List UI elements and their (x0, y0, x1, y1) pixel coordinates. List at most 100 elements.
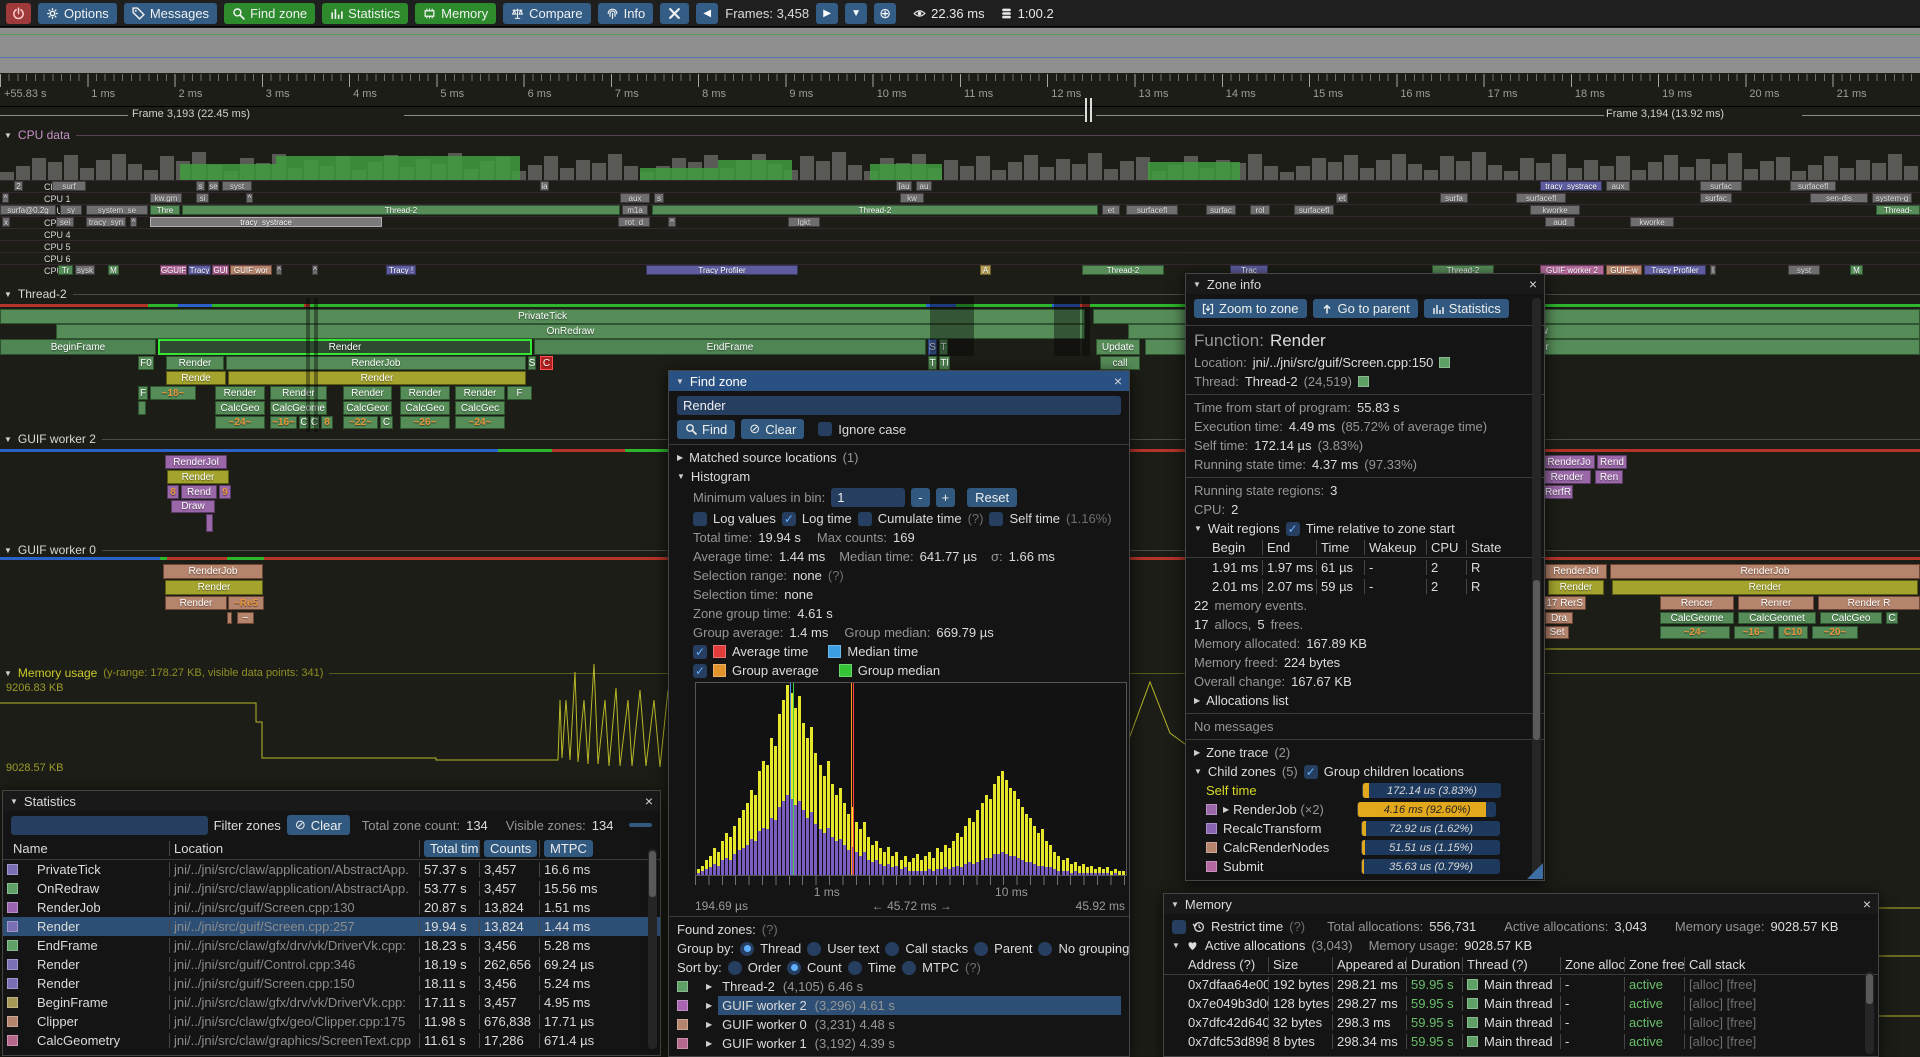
collapse-icon[interactable]: ▼ (1171, 900, 1179, 909)
child-zone-row[interactable]: ▶RenderJob (×2)4.16 ms (92.60%) (1186, 800, 1544, 819)
statistics-row[interactable]: Renderjni/../jni/src/guif/Screen.cpp:257… (3, 917, 660, 936)
collapse-icon[interactable]: ▼ (677, 472, 685, 481)
expand-icon[interactable]: ▶ (677, 453, 683, 462)
log-values-checkbox[interactable] (693, 512, 707, 526)
sort-button-total-time[interactable]: Total time (424, 840, 479, 857)
filter-zones-input[interactable] (11, 816, 208, 835)
function-name: Render (1270, 331, 1326, 351)
statistics-row[interactable]: OnRedrawjni/../jni/src/claw/application/… (3, 879, 660, 898)
findzone-histogram-plot[interactable] (695, 682, 1127, 876)
restrict-time-checkbox[interactable] (1172, 920, 1186, 934)
expand-icon[interactable]: ▶ (1194, 696, 1200, 705)
sort-by-radio-order[interactable] (728, 961, 742, 975)
sort-button-counts[interactable]: Counts (484, 840, 537, 857)
expand-icon[interactable]: ▶ (706, 1020, 712, 1029)
zone-color-swatch (1206, 861, 1217, 872)
memory-scrollbar[interactable] (1865, 972, 1874, 1054)
find-zone-titlebar[interactable]: ▼ Find zone × (669, 371, 1129, 391)
allocation-row[interactable]: 0x7dfc42d64032 bytes298.3 ms59.95 sMain … (1164, 1013, 1878, 1032)
statistics-titlebar[interactable]: ▼ Statistics × (3, 791, 660, 811)
child-zone-row[interactable]: Submit35.63 us (0.79%) (1186, 857, 1544, 876)
child-zone-row[interactable]: CalcRenderNodes51.51 us (1.15%) (1186, 838, 1544, 857)
statistics-row[interactable]: PrivateTickjni/../jni/src/claw/applicati… (3, 860, 660, 879)
child-zone-row[interactable]: RecalcTransform72.92 us (1.62%) (1186, 819, 1544, 838)
time-relative-checkbox[interactable]: ✓ (1286, 522, 1300, 536)
group-by-radio-thread[interactable] (740, 942, 754, 956)
group-by-radio-parent[interactable] (974, 942, 988, 956)
allocation-row[interactable]: 0x7dfaa64e00192 bytes298.21 ms59.95 sMai… (1164, 975, 1878, 994)
expand-icon[interactable]: ▶ (706, 982, 712, 991)
reset-button[interactable]: Reset (967, 488, 1017, 507)
close-icon[interactable]: × (1529, 276, 1537, 292)
collapse-icon[interactable]: ▼ (1193, 280, 1201, 289)
histogram-bar-selected-group (806, 818, 809, 875)
legend-checkbox[interactable]: ✓ (693, 664, 707, 678)
allocations-list-label: Allocations list (1206, 693, 1288, 708)
group-children-checkbox[interactable]: ✓ (1304, 765, 1318, 779)
found-zone-row[interactable]: ▶GUIF worker 1(3,192) 4.39 s (669, 1034, 1129, 1053)
clipped-button[interactable] (629, 823, 652, 827)
zone-info-scrollbar[interactable] (1532, 298, 1541, 876)
sort-by-radio-time[interactable] (848, 961, 862, 975)
expand-icon[interactable]: ▶ (706, 1001, 712, 1010)
sort-by-radio-count[interactable] (787, 961, 801, 975)
group-by-radio-no-grouping[interactable] (1038, 942, 1052, 956)
collapse-icon[interactable]: ▼ (1194, 524, 1202, 533)
found-zone-row[interactable]: ▶Thread-2(4,105) 6.46 s (669, 977, 1129, 996)
min-values-input[interactable]: 1 (831, 488, 905, 507)
log-time-checkbox[interactable]: ✓ (782, 512, 796, 526)
statistics-row[interactable]: Clipperjni/../jni/src/claw/gfx/geo/Clipp… (3, 1012, 660, 1031)
source-color-swatch[interactable] (1439, 357, 1450, 368)
radio-label: MTPC (922, 960, 959, 975)
histogram-bar-selected-group (1062, 871, 1065, 875)
allocation-row[interactable]: 0x7dfc53d8988 bytes298.34 ms59.95 sMain … (1164, 1032, 1878, 1051)
statistics-row[interactable]: EndFramejni/../jni/src/claw/gfx/drv/vk/D… (3, 936, 660, 955)
statistics-row[interactable]: Renderjni/../jni/src/guif/Control.cpp:34… (3, 955, 660, 974)
sort-by-radio-mtpc[interactable] (902, 961, 916, 975)
collapse-icon[interactable]: ▼ (1172, 941, 1180, 950)
memory-stat-line: Overall change:167.67 KB (1186, 672, 1544, 691)
group-by-radio-call-stacks[interactable] (885, 942, 899, 956)
statistics-row[interactable]: BeginFramejni/../jni/src/claw/gfx/drv/vk… (3, 993, 660, 1012)
go-to-parent-button[interactable]: Go to parent (1313, 299, 1418, 318)
close-icon[interactable]: × (1863, 896, 1871, 912)
memory-titlebar[interactable]: ▼ Memory × (1164, 894, 1878, 914)
allocation-row[interactable]: 0x7e049b3d00128 bytes298.27 ms59.95 sMai… (1164, 994, 1878, 1013)
expand-icon[interactable]: ▶ (706, 1039, 712, 1048)
collapse-icon[interactable]: ▼ (1194, 767, 1202, 776)
total-zone-count: 134 (466, 818, 488, 833)
resize-grip[interactable] (1527, 863, 1543, 879)
self-time-checkbox[interactable] (989, 512, 1003, 526)
clear-filter-button[interactable]: ⊘Clear (287, 815, 350, 835)
found-zone-row[interactable]: ▶GUIF worker 2(3,296) 4.61 s (669, 996, 1129, 1015)
cumulate-time-checkbox[interactable] (858, 512, 872, 526)
clear-button[interactable]: ⊘Clear (741, 419, 804, 439)
sort-button-mtpc[interactable]: MTPC (544, 840, 593, 857)
child-zone-row[interactable]: Self time172.14 us (3.83%) (1186, 781, 1544, 800)
close-icon[interactable]: × (1114, 373, 1122, 389)
expand-icon[interactable]: ▶ (1194, 748, 1200, 757)
thread-color-swatch[interactable] (1358, 376, 1369, 387)
collapse-icon[interactable]: ▼ (10, 797, 18, 806)
plus-button[interactable]: + (936, 488, 956, 507)
find-button[interactable]: Find (677, 420, 735, 439)
visible-zones-label: Visible zones: (506, 818, 586, 833)
collapse-icon[interactable]: ▼ (676, 377, 684, 386)
zone-statistics-button[interactable]: Statistics (1424, 299, 1509, 318)
zoom-to-zone-button[interactable]: Zoom to zone (1194, 299, 1307, 318)
histogram-bar-selected-group (717, 866, 720, 876)
ignore-case-checkbox[interactable] (818, 422, 832, 436)
legend-checkbox[interactable]: ✓ (693, 645, 707, 659)
group-by-radio-user-text[interactable] (807, 942, 821, 956)
close-icon[interactable]: × (645, 793, 653, 809)
expand-icon[interactable]: ▶ (1223, 805, 1229, 814)
histogram-bar-selected-group (839, 839, 842, 875)
statistics-scrollbar[interactable] (648, 849, 657, 1049)
found-zone-row[interactable]: ▶GUIF worker 0(3,231) 4.48 s (669, 1015, 1129, 1034)
statistics-row[interactable]: RenderJobjni/../jni/src/guif/Screen.cpp:… (3, 898, 660, 917)
zone-info-titlebar[interactable]: ▼ Zone info × (1186, 274, 1544, 294)
minus-button[interactable]: - (911, 488, 929, 507)
search-input[interactable]: Render (677, 396, 1121, 415)
statistics-row[interactable]: Renderjni/../jni/src/guif/Screen.cpp:150… (3, 974, 660, 993)
statistics-row[interactable]: CalcGeometryjni/../jni/src/claw/graphics… (3, 1031, 660, 1050)
